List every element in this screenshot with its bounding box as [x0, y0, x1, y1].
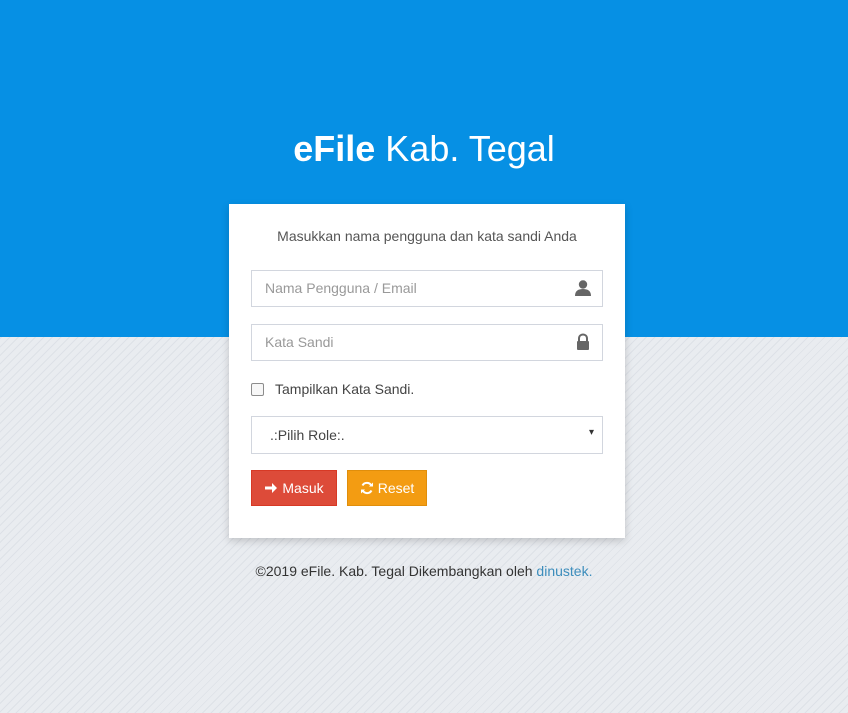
app-title-bold: eFile	[293, 128, 376, 169]
show-password-checkbox[interactable]	[251, 382, 264, 396]
user-icon	[574, 279, 592, 297]
username-field[interactable]	[251, 270, 603, 307]
reset-button[interactable]: Reset	[347, 470, 427, 506]
chevron-down-icon: ▾	[588, 427, 594, 438]
login-instructions: Masukkan nama pengguna dan kata sandi An…	[277, 228, 577, 244]
show-password-label[interactable]: Tampilkan Kata Sandi.	[275, 381, 414, 397]
footer-text: ©2019 eFile. Kab. Tegal Dikembangkan ole…	[255, 563, 533, 579]
role-select-value: .:Pilih Role:.	[270, 427, 345, 443]
arrow-right-icon	[265, 483, 278, 493]
role-select[interactable]: .:Pilih Role:. ▾	[251, 416, 603, 454]
lock-icon	[574, 333, 592, 351]
reset-button-label: Reset	[377, 480, 415, 496]
password-field[interactable]	[251, 324, 603, 361]
app-title: eFile Kab. Tegal	[0, 124, 848, 174]
app-title-light: Kab. Tegal	[385, 128, 555, 169]
show-password-row[interactable]: Tampilkan Kata Sandi.	[251, 380, 414, 398]
refresh-icon	[360, 481, 373, 495]
login-card: Masukkan nama pengguna dan kata sandi An…	[229, 204, 625, 538]
footer-link[interactable]: dinustek.	[536, 563, 592, 579]
password-input[interactable]	[252, 325, 565, 358]
footer: ©2019 eFile. Kab. Tegal Dikembangkan ole…	[0, 563, 848, 579]
username-input[interactable]	[252, 271, 565, 304]
login-button-label: Masuk	[282, 480, 324, 496]
login-button[interactable]: Masuk	[251, 470, 337, 506]
